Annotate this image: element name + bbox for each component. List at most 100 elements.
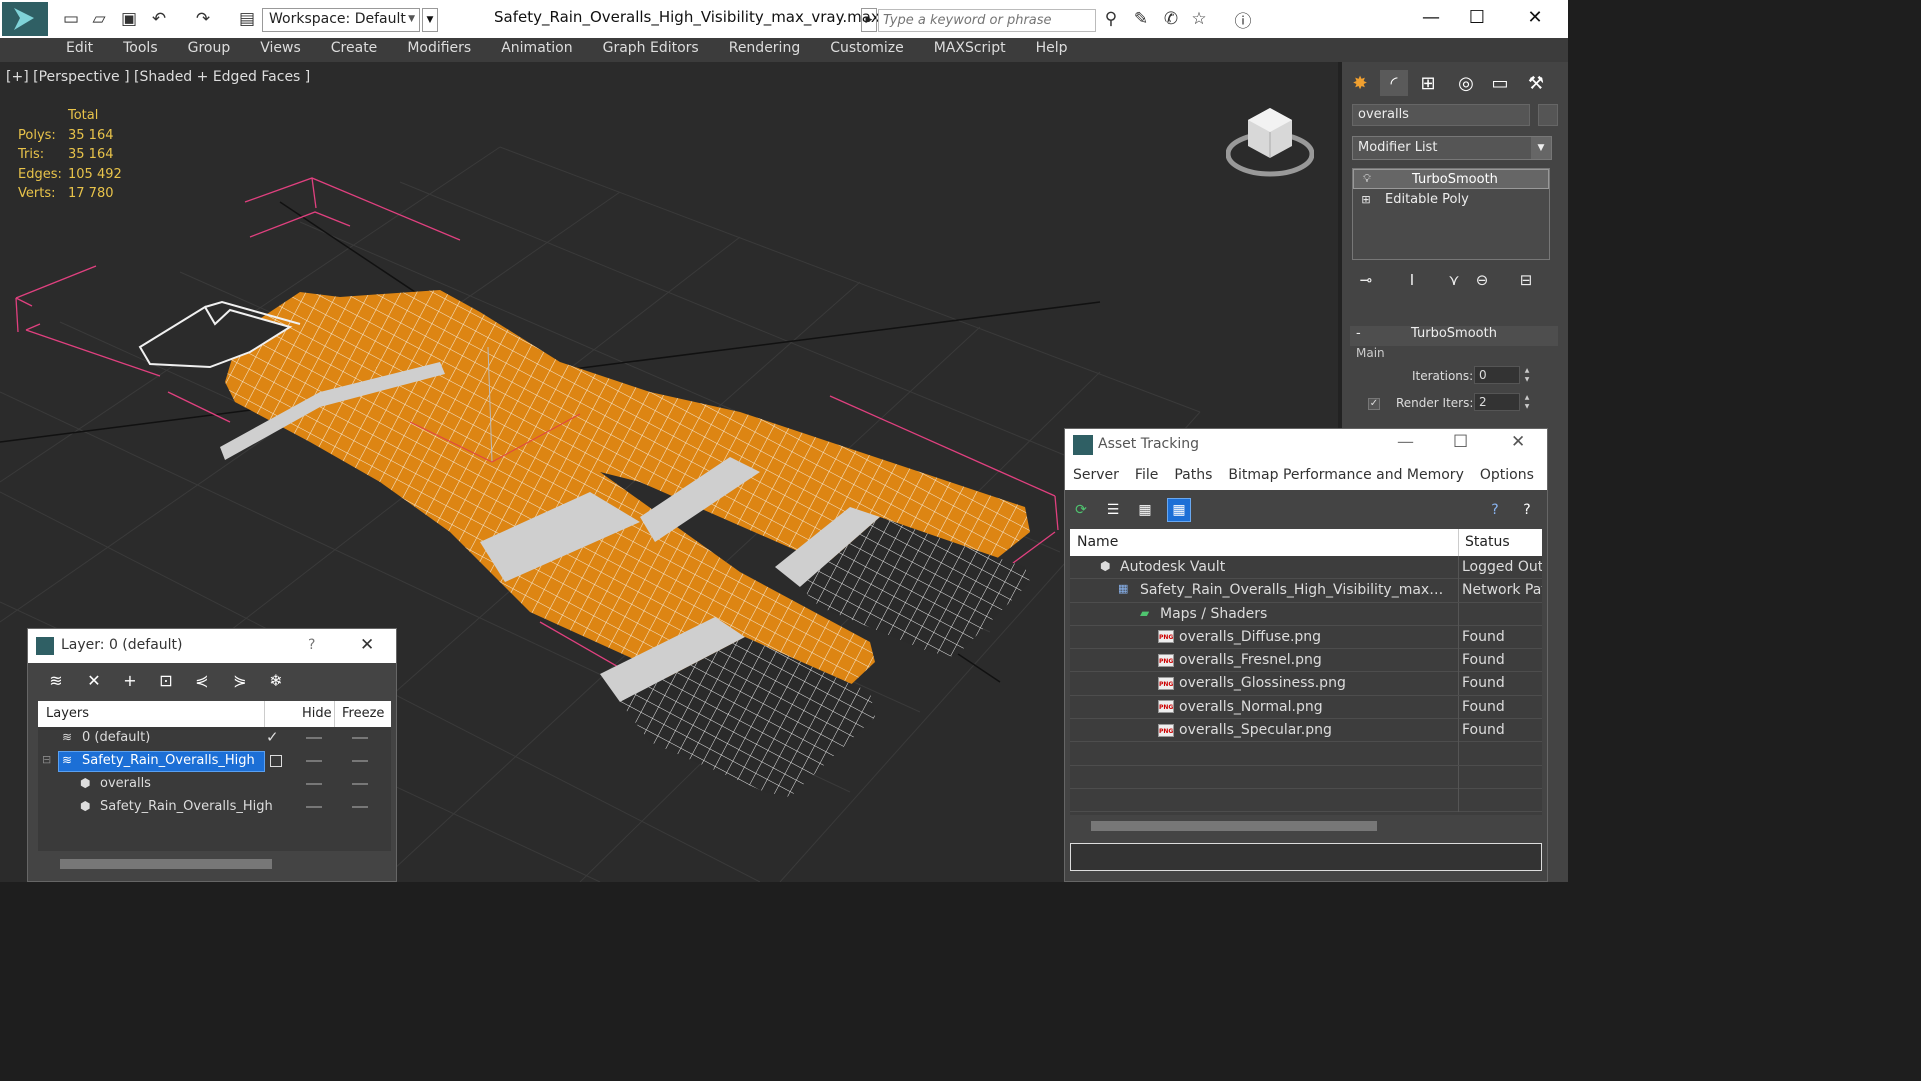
menu-edit[interactable]: Edit — [66, 38, 93, 62]
table-row[interactable]: PNG overalls_Specular.png Found — [1070, 719, 1542, 743]
object-name-field[interactable]: overalls — [1352, 104, 1530, 126]
delete-layer-icon[interactable]: ✕ — [82, 669, 106, 691]
undo-icon[interactable]: ↶ — [148, 8, 170, 30]
modify-tab-icon[interactable]: ◜ — [1380, 70, 1408, 96]
minimize-icon[interactable]: — — [1397, 432, 1414, 452]
expand-plus-icon[interactable]: ⊞ — [1359, 193, 1373, 206]
menu-paths[interactable]: Paths — [1174, 462, 1212, 490]
thumbnail-view-icon[interactable]: ▦ — [1133, 498, 1157, 522]
binoculars-icon[interactable]: ⚲ — [1100, 8, 1122, 30]
layer-row[interactable]: ≋ 0 (default) ✓ — [38, 727, 391, 750]
table-row[interactable]: PNG overalls_Diffuse.png Found — [1070, 625, 1542, 650]
menu-tools[interactable]: Tools — [123, 38, 158, 62]
menu-server[interactable]: Server — [1073, 462, 1119, 490]
pin-stack-icon[interactable]: ⊸ — [1354, 268, 1378, 292]
viewport-label[interactable]: [+] [Perspective ] [Shaded + Edged Faces… — [6, 69, 310, 85]
menu-graph-editors[interactable]: Graph Editors — [603, 38, 699, 62]
remove-modifier-icon[interactable]: ⊖ — [1470, 268, 1494, 292]
column-layers[interactable]: Layers — [46, 706, 89, 721]
hide-all-layers-icon[interactable]: ⋟ — [228, 669, 252, 691]
column-status[interactable]: Status — [1465, 534, 1510, 550]
column-name[interactable]: Name — [1077, 534, 1118, 550]
menu-options[interactable]: Options — [1480, 462, 1534, 490]
menu-maxscript[interactable]: MAXScript — [934, 38, 1006, 62]
iterations-spinner[interactable]: 0 — [1474, 366, 1520, 384]
close-icon[interactable]: ✕ — [360, 635, 374, 655]
maximize-icon[interactable]: ☐ — [1453, 432, 1468, 452]
make-unique-icon[interactable]: ⋎ — [1442, 268, 1466, 292]
utilities-tab-icon[interactable]: ⚒ — [1522, 70, 1550, 96]
menu-customize[interactable]: Customize — [830, 38, 904, 62]
motion-tab-icon[interactable]: ◎ — [1452, 70, 1480, 96]
tools-icon[interactable]: ✎ — [1130, 8, 1152, 30]
stack-item-editable-poly[interactable]: ⊞ Editable Poly — [1353, 189, 1549, 209]
redo-icon[interactable]: ↷ — [192, 8, 214, 30]
viewcube-icon[interactable] — [1226, 102, 1314, 182]
menu-modifiers[interactable]: Modifiers — [407, 38, 471, 62]
show-end-result-icon[interactable]: Ⅰ — [1400, 268, 1424, 292]
horizontal-scrollbar[interactable] — [60, 859, 272, 869]
table-view-icon[interactable]: ▦ — [1167, 498, 1191, 522]
layer-row[interactable]: ⬢ overalls — [38, 773, 391, 796]
modifier-list-dropdown[interactable]: Modifier List ▼ — [1352, 136, 1552, 160]
current-layer-checkmark-icon[interactable]: ✓ — [266, 728, 279, 746]
table-row[interactable]: PNG overalls_Fresnel.png Found — [1070, 649, 1542, 673]
close-icon[interactable]: ✕ — [1512, 4, 1558, 30]
workspace-menu-button[interactable]: ▼ — [422, 8, 438, 32]
app-logo[interactable] — [2, 2, 48, 36]
list-view-icon[interactable]: ☰ — [1101, 498, 1125, 522]
column-hide[interactable]: Hide — [302, 706, 332, 721]
refresh-icon[interactable]: ⟳ — [1069, 498, 1093, 522]
layer-row[interactable]: ⬢ Safety_Rain_Overalls_High — [38, 796, 391, 819]
table-row[interactable]: ▦ Safety_Rain_Overalls_High_Visibility_m… — [1070, 579, 1542, 603]
table-row[interactable]: ▰ Maps / Shaders — [1070, 602, 1542, 626]
asset-path-field[interactable] — [1070, 843, 1542, 871]
new-file-icon[interactable]: ▭ — [60, 8, 82, 30]
help-icon[interactable]: ⓘ — [1232, 8, 1254, 32]
set-current-checkbox[interactable] — [270, 755, 282, 767]
horizontal-scrollbar[interactable] — [1091, 821, 1377, 831]
configure-sets-icon[interactable]: ⊟ — [1514, 268, 1538, 292]
menu-bitmap-performance[interactable]: Bitmap Performance and Memory — [1228, 462, 1463, 490]
project-folder-icon[interactable]: ▤ — [236, 8, 258, 30]
menu-create[interactable]: Create — [331, 38, 378, 62]
render-iters-spinner[interactable]: 2 — [1474, 393, 1520, 411]
workspace-dropdown[interactable]: Workspace: Default ▼ — [262, 8, 420, 32]
asset-tracking-titlebar[interactable]: Asset Tracking — ☐ ✕ — [1065, 429, 1547, 462]
help-icon[interactable]: ? — [1483, 498, 1507, 522]
add-to-layer-icon[interactable]: + — [118, 669, 142, 691]
layer-window-titlebar[interactable]: Layer: 0 (default) ? ✕ — [28, 629, 396, 663]
search-expand-icon[interactable]: ▶ — [861, 8, 877, 32]
layer-row[interactable]: ⊟ ≋ Safety_Rain_Overalls_High — [38, 750, 391, 773]
menu-animation[interactable]: Animation — [501, 38, 572, 62]
menu-help[interactable]: Help — [1036, 38, 1068, 62]
stack-item-turbosmooth[interactable]: 💡︎ TurboSmooth — [1353, 169, 1549, 189]
close-icon[interactable]: ✕ — [1511, 432, 1525, 452]
object-color-swatch[interactable] — [1538, 104, 1558, 126]
open-folder-icon[interactable]: ▱ — [88, 8, 110, 30]
new-layer-icon[interactable]: ≋ — [44, 669, 68, 691]
table-row[interactable]: ⬢ Autodesk Vault Logged Out — [1070, 556, 1542, 580]
spinner-arrows-icon[interactable]: ▲ ▼ — [1522, 393, 1532, 411]
save-icon[interactable]: ▣ — [118, 8, 140, 30]
render-iters-checkbox[interactable]: ✓ — [1368, 398, 1380, 410]
lightbulb-icon[interactable]: 💡︎ — [1360, 172, 1374, 186]
help-button[interactable]: ? — [308, 637, 315, 653]
context-help-icon[interactable]: ? — [1515, 498, 1539, 522]
freeze-all-layers-icon[interactable]: ❄ — [264, 669, 288, 691]
column-freeze[interactable]: Freeze — [342, 706, 384, 721]
hierarchy-tab-icon[interactable]: ⊞ — [1414, 70, 1442, 96]
search-input[interactable] — [878, 9, 1096, 32]
menu-group[interactable]: Group — [188, 38, 231, 62]
menu-file[interactable]: File — [1135, 462, 1158, 490]
maximize-icon[interactable]: ☐ — [1454, 4, 1500, 30]
collapse-tree-icon[interactable]: ⊟ — [42, 753, 51, 766]
spinner-arrows-icon[interactable]: ▲ ▼ — [1522, 366, 1532, 384]
favorites-star-icon[interactable]: ☆ — [1188, 8, 1210, 30]
communication-icon[interactable]: ✆ — [1160, 8, 1182, 30]
menu-views[interactable]: Views — [260, 38, 301, 62]
table-row[interactable]: PNG overalls_Normal.png Found — [1070, 695, 1542, 720]
table-row[interactable]: PNG overalls_Glossiness.png Found — [1070, 672, 1542, 696]
highlight-layer-icon[interactable]: ⋞ — [190, 669, 214, 691]
display-tab-icon[interactable]: ▭ — [1486, 70, 1514, 96]
